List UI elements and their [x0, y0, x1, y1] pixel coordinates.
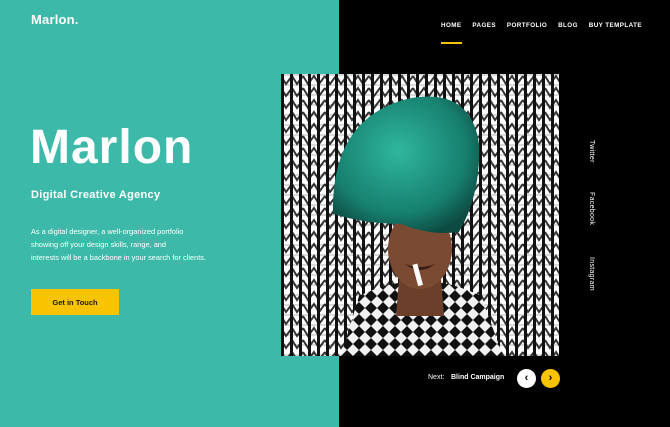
- get-in-touch-button[interactable]: Get in Touch: [31, 289, 119, 315]
- next-label: Next:: [428, 374, 445, 381]
- site-logo[interactable]: Marlon.: [31, 12, 79, 27]
- nav-item-pages[interactable]: PAGES: [472, 22, 496, 35]
- nav-item-home[interactable]: HOME: [441, 22, 462, 44]
- social-link-instagram[interactable]: Instagram: [581, 257, 595, 291]
- hero-description-line: showing off your design skills, range, a…: [31, 240, 167, 249]
- hero-description-line: interests will be a backbone in your sea…: [31, 253, 206, 262]
- nav-item-blog[interactable]: BLOG: [558, 22, 578, 35]
- prev-button[interactable]: ‹: [517, 369, 536, 388]
- main-nav: HOME PAGES PORTFOLIO BLOG BUY TEMPLATE: [441, 22, 642, 44]
- next-button[interactable]: ›: [541, 369, 560, 388]
- chevron-right-icon: ›: [548, 372, 553, 384]
- nav-item-portfolio[interactable]: PORTFOLIO: [507, 22, 547, 35]
- nav-item-buy-template[interactable]: BUY TEMPLATE: [589, 22, 642, 35]
- hero-image-art: [281, 74, 559, 356]
- hero-image: [281, 74, 559, 356]
- hero-description: As a digital designer, a well-organized …: [31, 225, 251, 264]
- hero-title: Marlon: [30, 121, 194, 174]
- next-project-link[interactable]: Blind Campaign: [451, 374, 504, 381]
- hero-description-line: As a digital designer, a well-organized …: [31, 227, 184, 236]
- hero-subtitle: Digital Creative Agency: [31, 189, 161, 201]
- chevron-left-icon: ‹: [524, 372, 529, 384]
- social-link-facebook[interactable]: Facebook: [581, 192, 595, 225]
- social-link-twitter[interactable]: Twitter: [581, 140, 595, 163]
